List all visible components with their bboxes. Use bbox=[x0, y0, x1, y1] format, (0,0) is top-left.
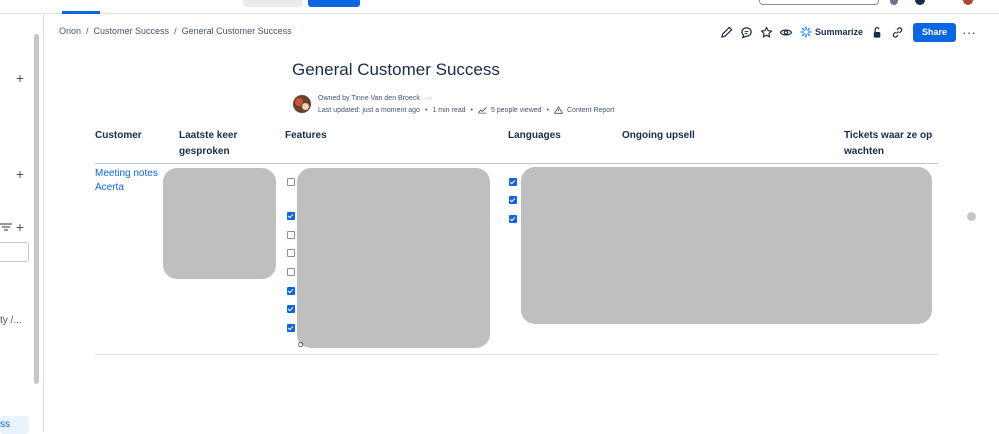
column-header-languages: Languages bbox=[508, 130, 561, 141]
language-checkbox[interactable] bbox=[509, 215, 517, 223]
header-line: wachten bbox=[844, 146, 885, 157]
owner-text: Owned by Tinne Van den Broeck bbox=[318, 95, 420, 102]
add-icon[interactable]: + bbox=[14, 220, 26, 234]
content-report-link[interactable]: Content Report bbox=[567, 107, 614, 114]
column-header-customer: Customer bbox=[95, 130, 142, 141]
add-icon[interactable]: + bbox=[14, 167, 26, 181]
search-input[interactable] bbox=[759, 0, 879, 5]
more-actions-icon[interactable]: ··· bbox=[962, 24, 976, 40]
summarize-label: Summarize bbox=[815, 27, 864, 37]
breadcrumb: Orion / Customer Success / General Customer … bbox=[59, 26, 292, 36]
header-line: gesproken bbox=[179, 146, 230, 157]
feature-checkbox[interactable] bbox=[287, 178, 295, 186]
byline-owner: Owned by Tinne Van den Broeck ··· bbox=[318, 95, 433, 102]
watch-eye-icon[interactable] bbox=[778, 24, 794, 40]
feature-checkbox[interactable] bbox=[287, 212, 295, 220]
edit-pencil-icon[interactable] bbox=[718, 24, 734, 40]
breadcrumb-item-orion[interactable]: Orion bbox=[59, 26, 81, 36]
user-avatar[interactable] bbox=[963, 0, 973, 5]
notifications-icon[interactable] bbox=[890, 0, 898, 5]
create-button[interactable] bbox=[308, 0, 360, 7]
redacted-content bbox=[297, 168, 490, 348]
header-line: Tickets waar ze op bbox=[844, 130, 933, 141]
help-icon[interactable] bbox=[915, 0, 925, 5]
page-title: General Customer Success bbox=[292, 60, 500, 79]
active-tab-indicator bbox=[62, 11, 100, 14]
breadcrumb-item-general-customer-success[interactable]: General Customer Success bbox=[182, 26, 292, 36]
separator-dot: • bbox=[546, 106, 549, 114]
people-viewed-link[interactable]: 5 people viewed bbox=[491, 107, 542, 114]
feature-checkbox[interactable] bbox=[287, 287, 295, 295]
byline-meta: Last updated: just a moment ago • 1 min … bbox=[318, 106, 614, 114]
redacted-content bbox=[163, 168, 276, 279]
language-checkbox[interactable] bbox=[509, 178, 517, 186]
comment-icon[interactable] bbox=[738, 24, 754, 40]
feature-checkbox[interactable] bbox=[287, 231, 295, 239]
copy-link-icon[interactable] bbox=[889, 24, 905, 40]
read-time-text: 1 min read bbox=[432, 106, 466, 114]
feature-checkbox[interactable] bbox=[287, 305, 295, 313]
row-divider bbox=[95, 354, 938, 355]
breadcrumb-separator: / bbox=[174, 26, 177, 36]
feature-checkbox[interactable] bbox=[287, 324, 295, 332]
nav-pill-button[interactable] bbox=[243, 0, 303, 7]
column-header-features: Features bbox=[285, 130, 327, 141]
owner-avatar[interactable] bbox=[293, 95, 311, 113]
separator-dot: • bbox=[424, 106, 428, 114]
feature-footer-text: O bbox=[298, 342, 304, 349]
analytics-chart-icon bbox=[478, 106, 487, 114]
star-icon[interactable] bbox=[758, 24, 774, 40]
header-line: Laatste keer bbox=[179, 130, 238, 141]
top-nav-bar bbox=[0, 0, 999, 14]
feature-checkbox[interactable] bbox=[287, 249, 295, 257]
sidebar-scrollbar[interactable] bbox=[34, 34, 39, 384]
sidebar-search-input[interactable] bbox=[0, 242, 29, 262]
last-updated-text: Last updated: just a moment ago bbox=[318, 106, 420, 114]
add-icon[interactable]: + bbox=[14, 71, 26, 85]
page-actions: Summarize Share ··· bbox=[718, 22, 976, 42]
link-line[interactable]: Acerta bbox=[95, 181, 158, 195]
header-divider bbox=[95, 163, 938, 164]
sidebar: + + + ty /... ss bbox=[0, 14, 44, 434]
share-button[interactable]: Share bbox=[913, 22, 957, 42]
ai-sparkle-icon bbox=[800, 26, 812, 38]
redacted-content bbox=[521, 167, 932, 324]
warning-triangle-icon bbox=[554, 106, 563, 114]
sidebar-item-label[interactable]: ty /... bbox=[0, 315, 22, 326]
language-checkbox[interactable] bbox=[509, 196, 517, 204]
sidebar-item-active[interactable]: ss bbox=[0, 416, 29, 434]
breadcrumb-separator: / bbox=[86, 26, 89, 36]
column-header-tickets: Tickets waar ze op wachten bbox=[844, 128, 932, 160]
column-header-ongoing-upsell: Ongoing upsell bbox=[622, 130, 695, 141]
filter-icon[interactable] bbox=[0, 222, 12, 232]
page-scroll-indicator[interactable] bbox=[967, 212, 976, 221]
meeting-notes-link[interactable]: Meeting notes Acerta bbox=[95, 167, 158, 195]
restrictions-lock-icon[interactable] bbox=[869, 24, 885, 40]
breadcrumb-item-customer-success[interactable]: Customer Success bbox=[94, 26, 170, 36]
byline-more-icon[interactable]: ··· bbox=[426, 95, 433, 102]
summarize-button[interactable]: Summarize bbox=[800, 26, 863, 38]
column-header-laatste-keer: Laatste keer gesproken bbox=[179, 128, 237, 160]
link-line[interactable]: Meeting notes bbox=[95, 167, 158, 181]
feature-checkbox[interactable] bbox=[287, 268, 295, 276]
separator-dot: • bbox=[470, 106, 473, 114]
